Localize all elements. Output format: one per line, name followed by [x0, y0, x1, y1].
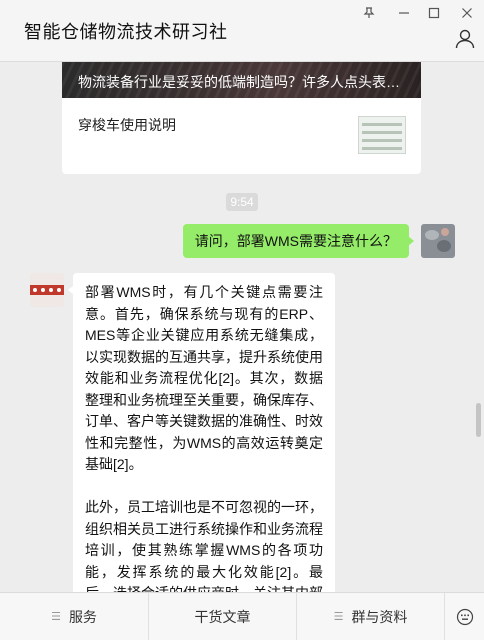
chat-scrollbar[interactable]	[476, 403, 481, 437]
pin-icon[interactable]	[358, 4, 380, 22]
reply-paragraph: 部署WMS时，有几个关键点需要注意。首先，确保系统与现有的ERP、MES等企业关…	[85, 284, 323, 472]
maximize-icon[interactable]	[423, 4, 445, 22]
title-bar: 智能仓储物流技术研习社	[0, 0, 484, 62]
sent-message-bubble[interactable]: 请问，部署WMS需要注意什么？	[182, 224, 415, 258]
close-icon[interactable]	[456, 4, 478, 22]
reply-paragraph: 此外，员工培训也是不可忽视的一环，组织相关员工进行系统操作和业务流程培训，使其熟…	[85, 499, 323, 592]
article-thumbnail	[358, 116, 406, 154]
message-timestamp: 9:54	[226, 193, 258, 211]
menu-item-label: 服务	[68, 608, 97, 625]
menu-item-articles[interactable]: 干货文章	[148, 593, 296, 640]
keyboard-toggle-icon[interactable]	[444, 593, 484, 640]
chat-title: 智能仓储物流技术研习社	[24, 22, 228, 43]
menu-item-groups[interactable]: ☰ 群与资料	[296, 593, 444, 640]
user-avatar[interactable]	[421, 224, 455, 258]
chat-area[interactable]: 物流装备行业是妥妥的低端制造吗？许多人点头表… 穿梭车使用说明 9:54 请问，…	[0, 62, 484, 592]
menu-item-label: 干货文章	[194, 608, 251, 625]
menu-lines-icon: ☰	[51, 611, 61, 623]
menu-item-service[interactable]: ☰ 服务	[0, 593, 148, 640]
bottom-menu: ☰ 服务 干货文章 ☰ 群与资料	[0, 592, 484, 640]
menu-item-label: 群与资料	[351, 608, 408, 625]
article-headline[interactable]: 物流装备行业是妥妥的低端制造吗？许多人点头表…	[78, 72, 408, 92]
article-card[interactable]: 物流装备行业是妥妥的低端制造吗？许多人点头表… 穿梭车使用说明	[62, 62, 421, 174]
account-avatar[interactable]	[30, 273, 64, 307]
menu-lines-icon: ☰	[333, 611, 344, 623]
profile-icon[interactable]	[454, 28, 476, 50]
minimize-icon[interactable]	[393, 4, 415, 22]
received-message-bubble[interactable]: 部署WMS时，有几个关键点需要注意。首先，确保系统与现有的ERP、MES等企业关…	[68, 273, 335, 592]
article-item-label[interactable]: 穿梭车使用说明	[78, 115, 176, 135]
